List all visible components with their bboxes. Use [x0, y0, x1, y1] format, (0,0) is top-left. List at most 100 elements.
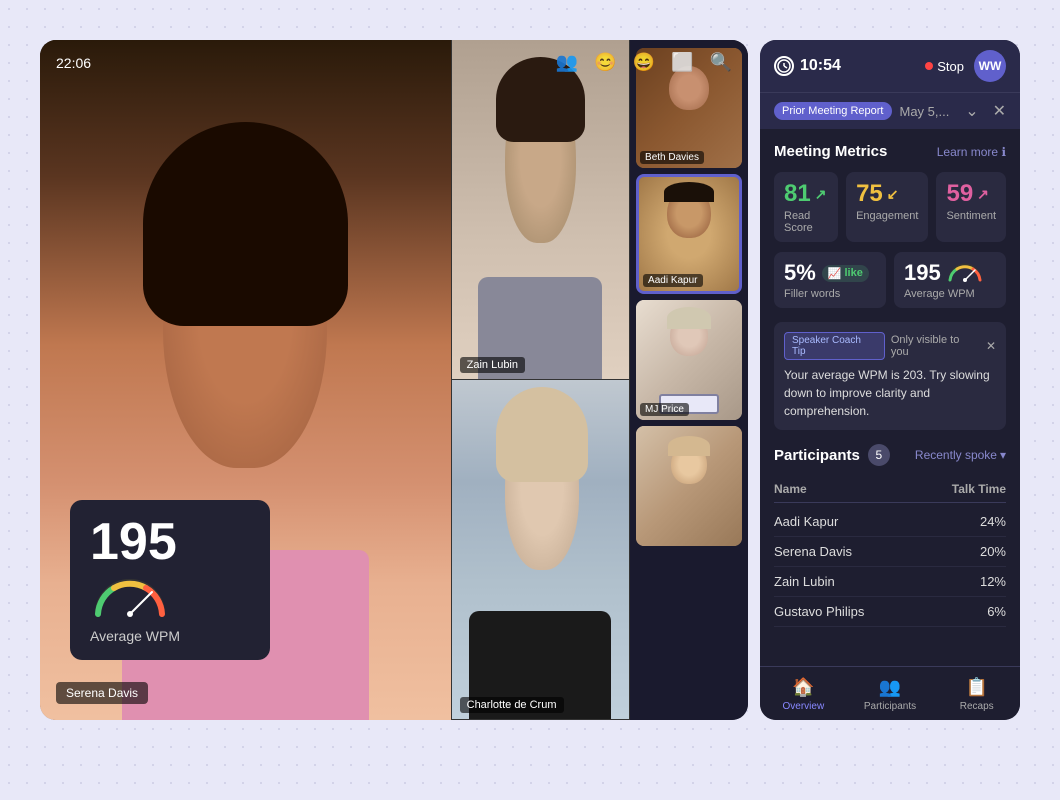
avg-wpm-value: 195: [904, 260, 996, 286]
aadi-kapur-badge: Aadi Kapur: [643, 274, 702, 287]
read-score-arrow: ↗: [815, 186, 827, 203]
gauge-chart: [90, 574, 170, 618]
table-header-row: Name Talk Time: [774, 476, 1006, 503]
right-panel: 10:54 Stop WW Prior Meeting Report May 5…: [760, 40, 1020, 720]
participant-talk-time: 24%: [980, 514, 1006, 529]
tab-overview[interactable]: 🏠 Overview: [760, 667, 847, 720]
user-avatar: WW: [974, 50, 1006, 82]
serena-davis-badge: Serena Davis: [56, 682, 148, 704]
name-column-header: Name: [774, 482, 807, 496]
overview-tab-label: Overview: [782, 701, 824, 712]
secondary-videos: Zain Lubin Charlotte de Crum: [451, 40, 629, 720]
metrics-title: Meeting Metrics: [774, 143, 887, 160]
mj-price-thumb: MJ Price: [636, 300, 742, 420]
table-row: Serena Davis 20%: [774, 537, 1006, 567]
report-bar: Prior Meeting Report May 5,... ⌄ ✕: [760, 92, 1020, 129]
engagement-card: 75 ↙ Engagement: [846, 172, 928, 242]
coach-visibility-label: Only visible to you: [891, 334, 980, 358]
more-icon[interactable]: 🔍: [710, 52, 732, 73]
recaps-icon: 📋: [965, 677, 987, 698]
read-score-label: Read Score: [784, 210, 828, 234]
participant-name: Aadi Kapur: [774, 514, 838, 529]
stop-label: Stop: [937, 59, 964, 74]
coach-close-button[interactable]: ✕: [986, 339, 996, 353]
info-icon: ℹ: [1001, 145, 1006, 159]
trend-icon: 📈: [828, 267, 842, 280]
avg-wpm-card: 195 Average WPM: [894, 252, 1006, 308]
recaps-tab-label: Recaps: [960, 701, 994, 712]
participants-table: Name Talk Time Aadi Kapur 24% Serena Dav…: [774, 476, 1006, 627]
meeting-metrics-section: Meeting Metrics Learn more ℹ 81 ↗ Read S…: [774, 143, 1006, 308]
metrics-row2: 5% 📈 like Filler words 195: [774, 252, 1006, 308]
share-icon[interactable]: ⬜: [671, 52, 693, 73]
video-header: 22:06 👥 😊 😄 ⬜ 🔍: [40, 40, 748, 85]
panel-footer: 🏠 Overview 👥 Participants 📋 Recaps: [760, 666, 1020, 720]
dropdown-chevron-icon: ▾: [1000, 448, 1006, 462]
filler-words-label: Filler words: [784, 288, 876, 300]
participant-name: Serena Davis: [774, 544, 852, 559]
sentiment-arrow: ↗: [977, 186, 989, 203]
sentiment-value: 59 ↗: [946, 180, 996, 208]
sentiment-card: 59 ↗ Sentiment: [936, 172, 1006, 242]
participant-talk-time: 20%: [980, 544, 1006, 559]
video-grid: Serena Davis 195: [40, 40, 748, 720]
charlotte-decrum-badge: Charlotte de Crum: [460, 697, 564, 713]
avg-wpm-label: Average WPM: [904, 288, 996, 300]
talk-time-column-header: Talk Time: [952, 482, 1006, 496]
participant-talk-time: 6%: [987, 604, 1006, 619]
metrics-section-header: Meeting Metrics Learn more ℹ: [774, 143, 1006, 160]
wpm-overlay-card: 195: [70, 500, 270, 660]
tab-recaps[interactable]: 📋 Recaps: [933, 667, 1020, 720]
engagement-value: 75 ↙: [856, 180, 918, 208]
chevron-down-icon[interactable]: ⌄: [965, 101, 978, 121]
emoji-icon[interactable]: 😊: [594, 52, 616, 73]
tab-participants[interactable]: 👥 Participants: [847, 667, 934, 720]
engagement-arrow: ↙: [887, 186, 899, 203]
panel-header: 10:54 Stop WW: [760, 40, 1020, 92]
thumbnail-strip: Beth Davies Aadi Kapur: [629, 40, 748, 720]
read-score-card: 81 ↗ Read Score: [774, 172, 838, 242]
table-row: Aadi Kapur 24%: [774, 507, 1006, 537]
coach-tip-header: Speaker Coach Tip Only visible to you ✕: [784, 332, 996, 360]
stop-indicator: [925, 62, 933, 70]
participants-title: Participants: [774, 447, 860, 464]
reaction-icon[interactable]: 😄: [633, 52, 655, 73]
people-icon[interactable]: 👥: [556, 52, 578, 73]
overview-icon: 🏠: [792, 677, 814, 698]
beth-davies-badge: Beth Davies: [640, 151, 704, 164]
report-date: May 5,...: [900, 104, 950, 119]
coach-tip-tag: Speaker Coach Tip: [784, 332, 885, 360]
mini-gauge-icon: [947, 262, 983, 284]
filler-words-card: 5% 📈 like Filler words: [774, 252, 886, 308]
participants-tab-label: Participants: [864, 701, 916, 712]
sentiment-label: Sentiment: [946, 210, 996, 222]
learn-more-link[interactable]: Learn more ℹ: [937, 145, 1006, 159]
participants-section: Participants 5 Recently spoke ▾ Name Tal…: [774, 444, 1006, 627]
wpm-gauge: [90, 574, 250, 618]
zain-lubin-video: Zain Lubin: [451, 40, 629, 380]
video-area: 22:06 👥 😊 😄 ⬜ 🔍: [40, 40, 748, 720]
coach-tip-text: Your average WPM is 203. Try slowing dow…: [784, 366, 996, 420]
coach-tip-card: Speaker Coach Tip Only visible to you ✕ …: [774, 322, 1006, 430]
engagement-label: Engagement: [856, 210, 918, 222]
stop-button[interactable]: Stop: [925, 59, 964, 74]
video-controls: 👥 😊 😄 ⬜ 🔍: [556, 52, 732, 73]
aadi-kapur-thumb: Aadi Kapur: [636, 174, 742, 294]
metrics-grid: 81 ↗ Read Score 75 ↙ Engagement: [774, 172, 1006, 242]
panel-body: Meeting Metrics Learn more ℹ 81 ↗ Read S…: [760, 129, 1020, 666]
mj-price-badge: MJ Price: [640, 403, 689, 416]
close-icon[interactable]: ✕: [993, 101, 1006, 121]
participants-header: Participants 5 Recently spoke ▾: [774, 444, 1006, 466]
participants-count-badge: 5: [868, 444, 890, 466]
report-tag[interactable]: Prior Meeting Report: [774, 102, 892, 120]
fourth-thumb: [636, 426, 742, 546]
clock-icon: [777, 59, 791, 73]
table-row: Gustavo Philips 6%: [774, 597, 1006, 627]
filler-words-value: 5% 📈 like: [784, 260, 876, 286]
main-container: 22:06 👥 😊 😄 ⬜ 🔍: [40, 40, 1020, 760]
participants-icon: 👥: [879, 677, 901, 698]
timer-display: 10:54: [774, 56, 841, 76]
recently-spoke-dropdown[interactable]: Recently spoke ▾: [915, 448, 1006, 462]
recently-spoke-label: Recently spoke: [915, 448, 997, 462]
meeting-time: 22:06: [56, 55, 91, 71]
